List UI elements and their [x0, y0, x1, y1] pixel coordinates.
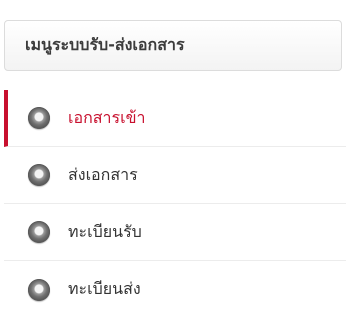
menu-title: เมนูระบบรับ-ส่งเอกสาร	[25, 35, 185, 54]
radio-bullet-icon	[28, 278, 50, 301]
menu-item-incoming-documents[interactable]: เอกสารเข้า	[4, 90, 346, 147]
menu-item-label: ทะเบียนรับ	[68, 221, 142, 241]
menu-item-sent-register[interactable]: ทะเบียนส่ง	[4, 261, 346, 318]
menu-header: เมนูระบบรับ-ส่งเอกสาร	[4, 20, 342, 71]
menu-item-label: ส่งเอกสาร	[68, 164, 138, 184]
menu-list: เอกสารเข้า ส่งเอกสาร ทะเบียนรับ ทะเบียนส…	[4, 90, 346, 318]
menu-item-label: เอกสารเข้า	[68, 107, 146, 127]
menu-item-received-register[interactable]: ทะเบียนรับ	[4, 204, 346, 261]
radio-bullet-icon	[28, 221, 50, 243]
menu-item-label: ทะเบียนส่ง	[68, 279, 141, 298]
menu-item-send-documents[interactable]: ส่งเอกสาร	[4, 147, 346, 204]
radio-bullet-icon	[28, 107, 50, 129]
radio-bullet-icon	[28, 164, 50, 186]
